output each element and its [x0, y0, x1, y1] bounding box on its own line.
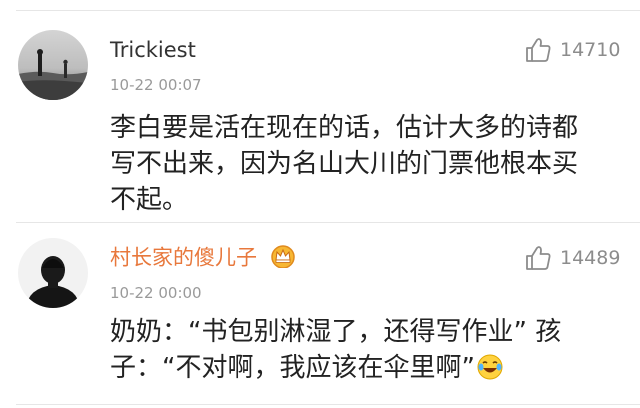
thumbs-up-icon: [526, 38, 551, 62]
comment-text: 李白要是活在现在的话，估计大多的诗都写不出来，因为名山大川的门票他根本买不起。: [110, 113, 579, 215]
comment-divider: [16, 222, 640, 223]
thumbs-up-icon: [526, 246, 551, 270]
like-button[interactable]: 14710: [524, 36, 620, 64]
crown-vip-icon: [270, 244, 296, 273]
avatar-landscape-image: [18, 30, 88, 100]
top-divider: [16, 10, 640, 11]
username-text: 村长家的傻儿子: [110, 245, 257, 270]
laughing-tears-emoji: [477, 354, 503, 390]
like-count: 14710: [560, 39, 621, 61]
avatar[interactable]: [18, 30, 88, 100]
comment-text: 奶奶：“书包别淋湿了，还得写作业” 孩子：“不对啊，我应该在伞里啊”: [110, 314, 602, 390]
comment-time: 10-22 00:07: [110, 76, 202, 94]
avatar[interactable]: [18, 238, 88, 308]
like-count: 14489: [560, 247, 621, 269]
username[interactable]: Trickiest: [110, 38, 196, 62]
bottom-divider: [16, 404, 640, 405]
username[interactable]: 村长家的傻儿子: [110, 244, 296, 273]
comment-time: 10-22 00:00: [110, 284, 202, 302]
like-button[interactable]: 14489: [524, 244, 620, 272]
avatar-person-image: [18, 238, 88, 308]
